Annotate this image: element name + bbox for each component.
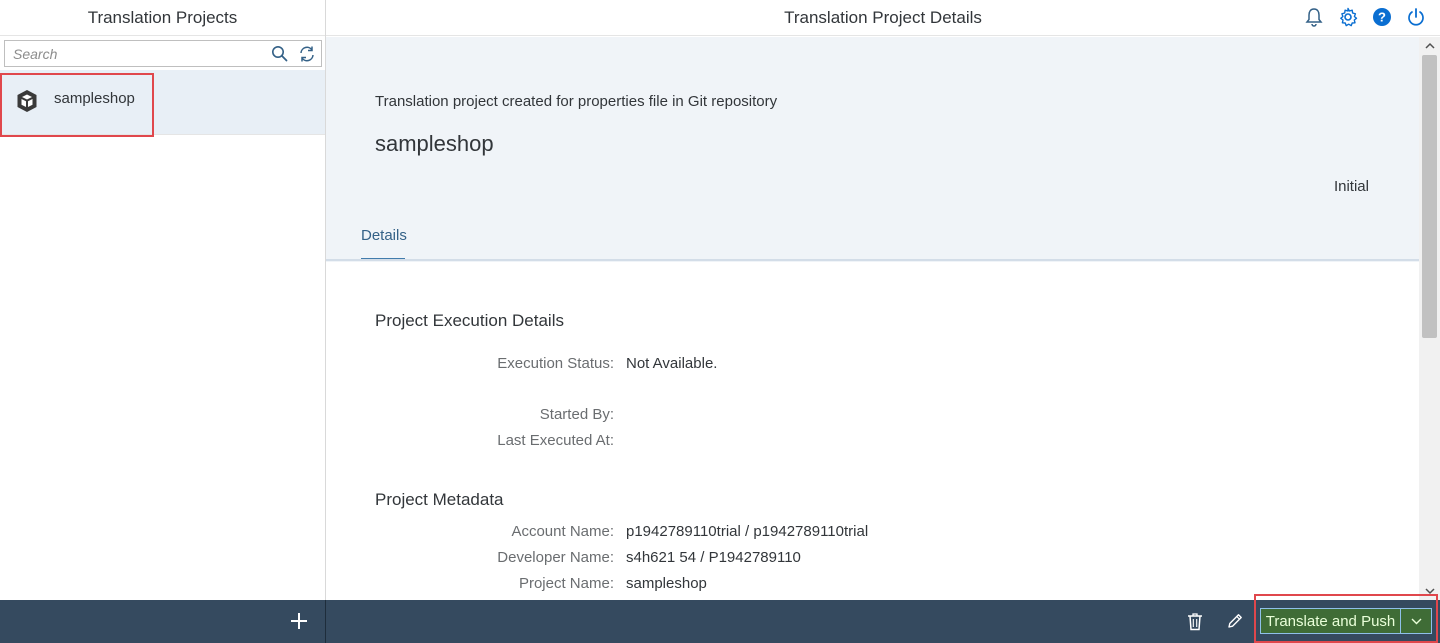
chevron-up-icon <box>1424 42 1435 49</box>
detail-pane: Translation Project Details ? Translatio… <box>326 0 1440 600</box>
add-project-button[interactable] <box>287 609 311 633</box>
pencil-icon <box>1228 614 1242 628</box>
search-field <box>4 40 322 67</box>
trash-icon <box>1188 612 1202 630</box>
field-label-developer-name: Developer Name: <box>497 549 614 566</box>
object-title: sampleshop <box>375 131 494 156</box>
field-label-started-by: Started By: <box>539 406 614 423</box>
field-label-account-name: Account Name: <box>511 523 614 540</box>
help-button[interactable]: ? <box>1372 6 1392 28</box>
tab-divider <box>326 259 1419 261</box>
footer-toolbar: Translate and Push <box>0 594 1440 643</box>
scroll-up-arrow[interactable] <box>1424 40 1435 51</box>
bell-icon <box>1305 8 1323 27</box>
object-status: Initial <box>1333 178 1369 195</box>
master-footer <box>0 600 326 643</box>
section-title-execution: Project Execution Details <box>375 311 564 330</box>
object-subtitle: Translation project created for properti… <box>375 93 778 110</box>
search-icon <box>271 46 287 62</box>
notifications-button[interactable] <box>1304 6 1324 28</box>
field-value-account-name: p1942789110trial / p1942789110trial <box>626 523 869 540</box>
search-row <box>0 36 325 70</box>
help-icon: ? <box>1373 8 1391 26</box>
highlight-box <box>1254 594 1438 643</box>
field-value-developer-name: s4h621 54 / P1942789110 <box>626 549 801 566</box>
search-input[interactable] <box>5 41 265 66</box>
settings-button[interactable] <box>1338 6 1358 28</box>
detail-scrollbar[interactable] <box>1419 37 1440 600</box>
delete-button[interactable] <box>1184 610 1206 632</box>
header-icons: ? <box>1304 6 1426 28</box>
field-label-last-executed: Last Executed At: <box>497 432 614 449</box>
gear-icon <box>1340 7 1358 27</box>
edit-button[interactable] <box>1224 610 1246 632</box>
highlight-box <box>0 73 154 137</box>
field-value-execution-status: Not Available. <box>626 355 718 372</box>
object-header: Translation project created for properti… <box>326 37 1419 262</box>
master-title: Translation Projects <box>0 0 325 36</box>
logout-button[interactable] <box>1406 6 1426 28</box>
field-label-project-name: Project Name: <box>518 575 614 592</box>
field-value-project-name: sampleshop <box>626 575 707 592</box>
master-pane: Translation Projects Search sampleshop <box>0 0 326 600</box>
plus-icon <box>291 613 307 629</box>
power-icon <box>1408 8 1424 26</box>
search-button[interactable] <box>265 41 293 66</box>
detail-title-bar: Translation Project Details ? <box>326 0 1440 36</box>
refresh-icon <box>300 46 314 61</box>
tab-details[interactable]: Details <box>361 227 407 261</box>
detail-title: Translation Project Details <box>784 7 982 27</box>
refresh-button[interactable] <box>293 41 321 66</box>
field-label-execution-status: Execution Status: <box>497 355 614 372</box>
svg-text:?: ? <box>1378 10 1386 25</box>
section-title-metadata: Project Metadata <box>375 490 504 509</box>
scroll-thumb[interactable] <box>1422 55 1437 338</box>
